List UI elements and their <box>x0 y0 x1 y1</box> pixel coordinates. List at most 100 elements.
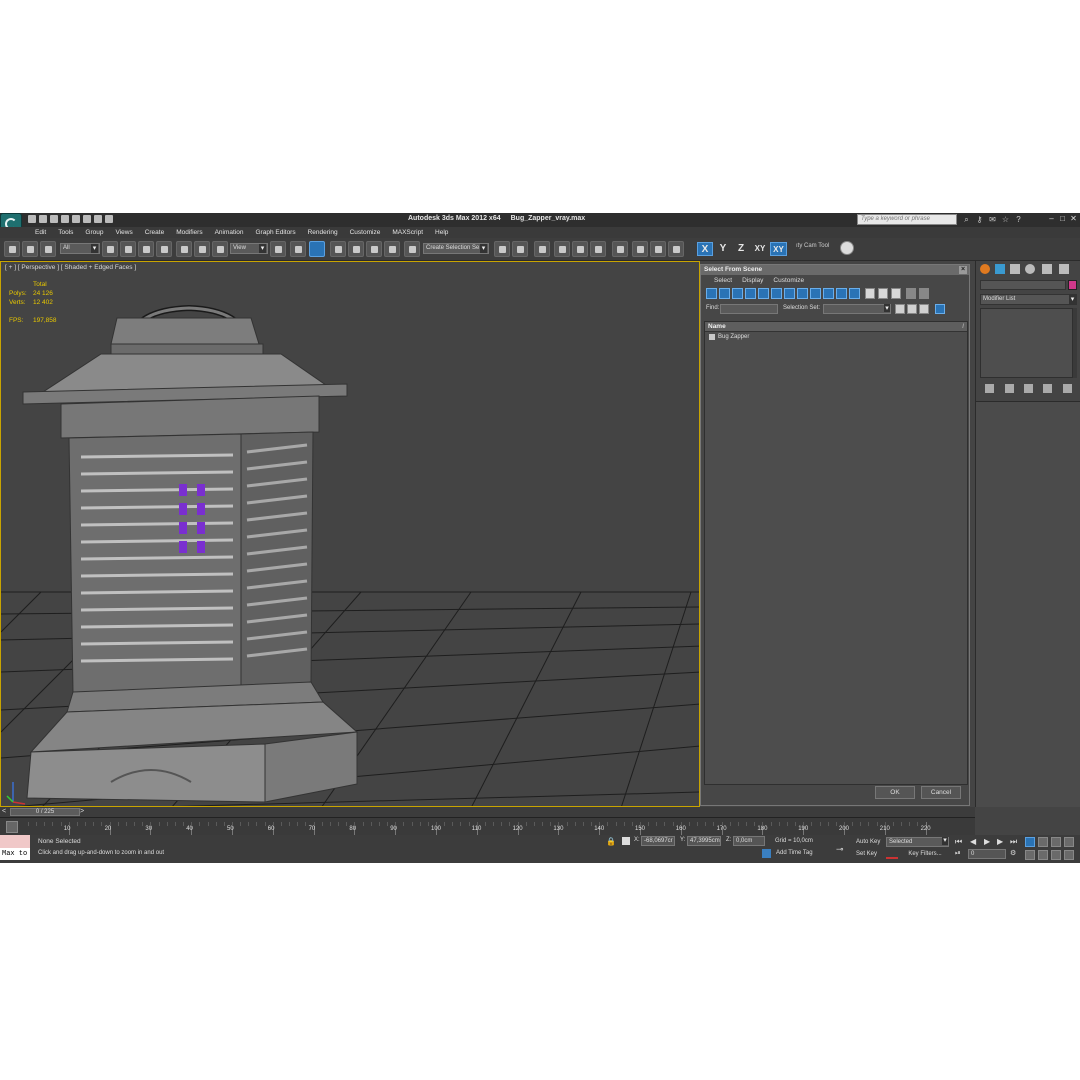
layer-manager-icon[interactable] <box>534 241 550 257</box>
menu-help[interactable]: Help <box>429 228 454 238</box>
spinner-snap-icon[interactable] <box>384 241 400 257</box>
axis-xy-button[interactable]: XY <box>751 242 769 256</box>
go-to-end-icon[interactable]: ⏭ <box>1010 838 1017 846</box>
menu-views[interactable]: Views <box>109 228 138 238</box>
make-unique-icon[interactable] <box>1023 384 1033 393</box>
hold-icon[interactable] <box>83 215 91 223</box>
filter-funnel-icon[interactable] <box>906 288 916 299</box>
modifier-stack-scrollbar[interactable] <box>1073 308 1077 378</box>
menu-edit[interactable]: Edit <box>29 228 52 238</box>
bind-space-warp-icon[interactable] <box>40 241 56 257</box>
filter-helpers-icon[interactable] <box>758 288 769 299</box>
configure-modifier-sets-icon[interactable] <box>1062 384 1072 393</box>
project-folder-icon[interactable] <box>105 215 113 223</box>
utilities-tab-icon[interactable] <box>1059 264 1069 274</box>
filter-frozen-icon[interactable] <box>836 288 847 299</box>
filter-containers-icon[interactable] <box>823 288 834 299</box>
display-tab-icon[interactable] <box>1042 264 1052 274</box>
menu-tools[interactable]: Tools <box>52 228 79 238</box>
dialog-menu-select[interactable]: Select <box>709 275 737 286</box>
zoom-all-icon[interactable] <box>1038 837 1048 847</box>
axis-y-button[interactable]: Y <box>715 242 731 256</box>
snaps-toggle-icon[interactable] <box>330 241 346 257</box>
menu-animation[interactable]: Animation <box>209 228 250 238</box>
align-icon[interactable] <box>512 241 528 257</box>
filter-lights-icon[interactable] <box>732 288 743 299</box>
select-link-icon[interactable] <box>4 241 20 257</box>
keyboard-shortcut-override-icon[interactable] <box>309 241 325 257</box>
modifier-list-dropdown[interactable]: Modifier List <box>980 294 1077 305</box>
undo-icon[interactable] <box>61 215 69 223</box>
time-tag-icon[interactable] <box>762 849 771 858</box>
key-mode-toggle-icon[interactable]: ⏯ <box>955 850 961 858</box>
hierarchy-icon[interactable] <box>895 304 905 314</box>
set-key-mode-icon[interactable] <box>886 849 898 859</box>
set-key-button[interactable]: Set Key <box>856 849 884 859</box>
menu-create[interactable]: Create <box>139 228 171 238</box>
maxscript-mini-listener[interactable]: Max to <box>0 848 30 860</box>
filter-space-warps-icon[interactable] <box>771 288 782 299</box>
dialog-close-icon[interactable]: × <box>959 266 967 274</box>
filter-xrefs-icon[interactable] <box>797 288 808 299</box>
modify-tab-icon[interactable] <box>995 264 1005 274</box>
list-item[interactable]: Bug Zapper <box>705 332 967 342</box>
mirror-icon[interactable] <box>494 241 510 257</box>
material-editor-icon[interactable] <box>612 241 628 257</box>
object-color-swatch[interactable] <box>1068 280 1077 290</box>
axis-xy-active-button[interactable]: XY <box>770 242 787 256</box>
absolute-mode-icon[interactable] <box>622 837 630 845</box>
filter-bones-icon[interactable] <box>810 288 821 299</box>
mini-curve-editor-icon[interactable] <box>6 821 18 833</box>
column-header-name[interactable]: Name / <box>705 322 967 332</box>
remove-modifier-icon[interactable] <box>1043 384 1053 393</box>
create-tab-icon[interactable] <box>980 264 990 274</box>
y-coord-input[interactable]: 47,3995cm <box>687 836 721 846</box>
prev-frame-arrow-icon[interactable]: < <box>2 807 6 817</box>
modifier-stack[interactable] <box>980 308 1073 378</box>
menu-rendering[interactable]: Rendering <box>302 228 344 238</box>
filter-geometry-icon[interactable] <box>706 288 717 299</box>
axis-x-button[interactable]: X <box>697 242 713 256</box>
menu-maxscript[interactable]: MAXScript <box>386 228 429 238</box>
zoom-extents-all-icon[interactable] <box>1064 837 1074 847</box>
selection-set-dropdown[interactable] <box>823 304 891 314</box>
time-slider-thumb[interactable]: 0 / 225 <box>10 808 80 816</box>
dialog-menu-customize[interactable]: Customize <box>768 275 809 286</box>
minimize-icon[interactable]: – <box>1047 214 1056 224</box>
graphite-toggle-icon[interactable] <box>554 241 570 257</box>
menu-customize[interactable]: Customize <box>344 228 387 238</box>
bug-zapper-model[interactable] <box>22 304 359 803</box>
go-to-start-icon[interactable]: ⏮ <box>955 838 962 846</box>
perspective-viewport[interactable]: [ + ] [ Perspective ] [ Shaded + Edged F… <box>0 261 700 807</box>
render-teapot-icon[interactable] <box>840 241 854 255</box>
z-coord-input[interactable]: 0,0cm <box>733 836 765 846</box>
help-icon[interactable]: ? <box>1014 215 1023 224</box>
new-file-icon[interactable] <box>28 215 36 223</box>
maxscript-mini-listener-top[interactable] <box>0 835 30 848</box>
field-of-view-icon[interactable] <box>1025 850 1035 860</box>
pan-view-icon[interactable] <box>1038 850 1048 860</box>
ok-button[interactable]: OK <box>875 786 915 799</box>
x-coord-input[interactable]: -68,0697cr <box>641 836 675 846</box>
maximize-viewport-icon[interactable] <box>1064 850 1074 860</box>
cancel-button[interactable]: Cancel <box>921 786 961 799</box>
select-manipulate-icon[interactable] <box>290 241 306 257</box>
subscription-icon[interactable]: ⚷ <box>975 215 984 224</box>
communication-center-icon[interactable]: ✉ <box>988 215 997 224</box>
time-configuration-icon[interactable]: ⚙ <box>1010 850 1016 858</box>
filter-hidden-icon[interactable] <box>849 288 860 299</box>
filter-groups-icon[interactable] <box>784 288 795 299</box>
search-icon[interactable]: ⌕ <box>962 215 971 224</box>
filter-shapes-icon[interactable] <box>719 288 730 299</box>
find-input[interactable] <box>720 304 778 314</box>
viewport-label[interactable]: [ + ] [ Perspective ] [ Shaded + Edged F… <box>5 264 136 271</box>
select-children-icon[interactable] <box>907 304 917 314</box>
add-time-tag-button[interactable]: Add Time Tag <box>776 850 813 856</box>
select-dependents-icon[interactable] <box>919 304 929 314</box>
unlink-icon[interactable] <box>22 241 38 257</box>
next-frame-arrow-icon[interactable]: > <box>80 807 84 817</box>
curve-editor-icon[interactable] <box>572 241 588 257</box>
angle-snap-icon[interactable] <box>348 241 364 257</box>
show-end-result-icon[interactable] <box>1004 384 1014 393</box>
pin-stack-icon[interactable] <box>985 384 995 393</box>
